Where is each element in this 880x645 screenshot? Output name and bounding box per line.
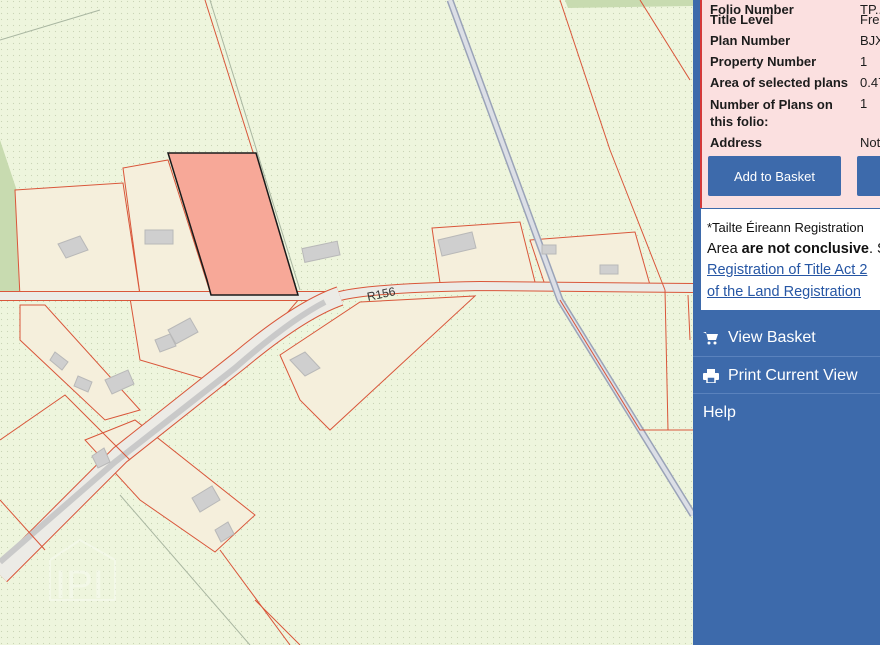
print-view-label: Print Current View — [728, 366, 858, 384]
print-view-button[interactable]: Print Current View — [693, 356, 880, 394]
view-basket-label: View Basket — [728, 328, 816, 346]
cart-icon — [703, 330, 719, 346]
title-level-value: Free — [860, 12, 880, 27]
area-label: Area of selected plans — [710, 75, 848, 90]
registration-act-link[interactable]: Registration of Title Act 2 — [707, 262, 867, 278]
area-value: 0.47 — [860, 75, 880, 90]
notice-line2: Area are not conclusive. Se — [707, 241, 880, 257]
side-panel: Folio Number TP... Title Level Free Plan… — [693, 0, 880, 645]
printer-icon — [703, 368, 719, 384]
property-number-label: Property Number — [710, 54, 817, 69]
title-level-label: Title Level — [710, 12, 774, 27]
folio-info-box: Folio Number TP... Title Level Free Plan… — [700, 0, 880, 230]
land-registration-link[interactable]: of the Land Registration — [707, 284, 861, 300]
svg-text:IPI: IPI — [55, 563, 104, 607]
add-to-basket-button[interactable]: Add to Basket — [708, 156, 841, 196]
plans-count-value: 1 — [860, 96, 868, 111]
disclaimer-notice: *Tailte Éireann Registration Area are no… — [700, 208, 880, 311]
address-label: Address — [710, 135, 763, 150]
help-label: Help — [703, 403, 736, 421]
notice-line1: *Tailte Éireann Registration — [707, 220, 864, 235]
secondary-button[interactable] — [857, 156, 880, 196]
help-button[interactable]: Help — [693, 393, 880, 431]
view-basket-button[interactable]: View Basket — [693, 319, 880, 356]
plan-number-value: BJX1 — [860, 33, 880, 48]
plans-count-label: Number of Plans on this folio: — [710, 97, 833, 129]
property-number-value: 1 — [860, 54, 868, 69]
plan-number-label: Plan Number — [710, 33, 791, 48]
address-value: Not — [860, 135, 880, 150]
